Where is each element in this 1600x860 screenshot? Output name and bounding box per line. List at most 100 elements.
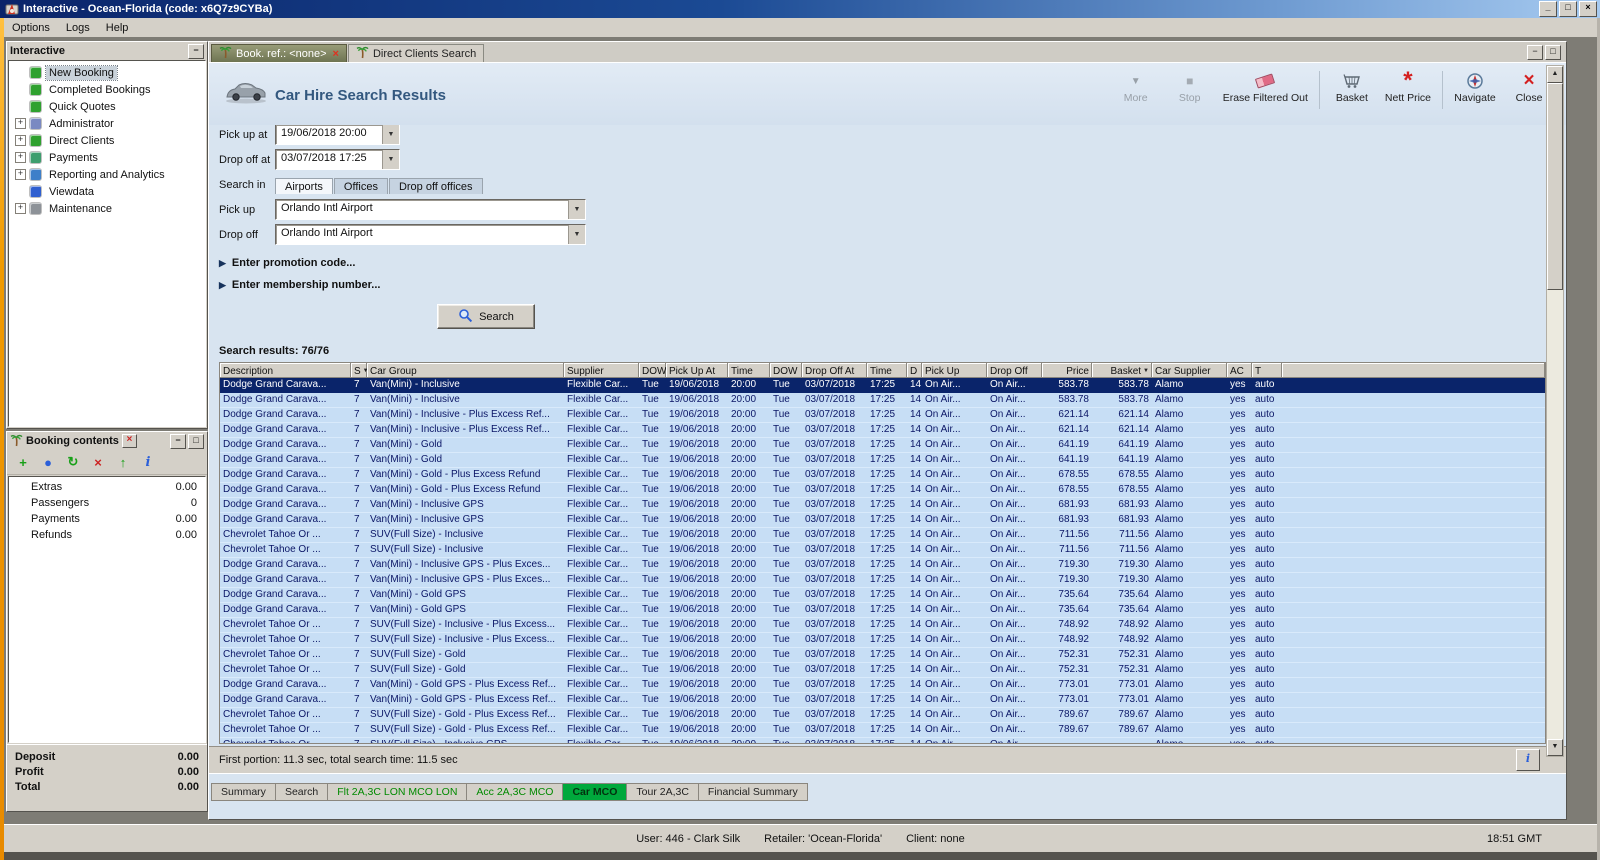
globe-icon[interactable]: ●	[40, 454, 56, 470]
column-header-pick-up-at[interactable]: Pick Up At	[666, 363, 728, 378]
promotion-code-expander[interactable]: ▶ Enter promotion code...	[219, 256, 1566, 270]
table-row[interactable]: Dodge Grand Carava... 7 Van(Mini) - Inclus…	[220, 408, 1545, 423]
table-row[interactable]: Chevrolet Tahoe Or ...7SUV(Full Size) - …	[220, 618, 1545, 633]
pickup-at-combo[interactable]: 19/06/2018 20:00 ▼	[275, 124, 400, 145]
column-header-time[interactable]: Time	[867, 363, 907, 378]
table-row[interactable]: Dodge Grand Carava... 7 Van(Mini) - Gold G…	[220, 693, 1545, 708]
table-row[interactable]: Chevrolet Tahoe Or ...7SUV(Full Size) - …	[220, 648, 1545, 663]
panel-minimize-button[interactable]: −	[170, 433, 186, 449]
section-tab-financial-summary[interactable]: Financial Summary	[698, 783, 808, 801]
table-row[interactable]: Chevrolet Tahoe Or ...7SUV(Full Size) - …	[220, 633, 1545, 648]
column-header-drop-off-at[interactable]: Drop Off At	[802, 363, 867, 378]
table-row[interactable]: Chevrolet Tahoe Or ...7SUV(Full Size) - …	[220, 723, 1545, 738]
delete-icon[interactable]: ×	[90, 454, 106, 470]
sidebar-item-administrator[interactable]: + Administrator	[9, 115, 205, 132]
table-row[interactable]: Dodge Grand Carava... 7 Van(Mini) - Inclus…	[220, 558, 1545, 573]
nett-price-button[interactable]: Nett Price	[1379, 69, 1437, 106]
membership-number-expander[interactable]: ▶ Enter membership number...	[219, 278, 1566, 292]
table-row[interactable]: Dodge Grand Carava... 7 Van(Mini) - Gold Fl…	[220, 438, 1545, 453]
expand-plus-icon[interactable]: +	[15, 169, 26, 180]
table-row[interactable]: Dodge Grand Carava... 7 Van(Mini) - Gold G…	[220, 588, 1545, 603]
close-tab-icon[interactable]: ×	[333, 48, 339, 60]
scroll-down-button[interactable]: ▼	[1547, 739, 1563, 756]
navigate-button[interactable]: Navigate	[1448, 69, 1502, 106]
dropoff-combo[interactable]: Orlando Intl Airport ▼	[275, 224, 586, 245]
section-tab-summary[interactable]: Summary	[211, 783, 276, 801]
scroll-up-button[interactable]: ▲	[1547, 66, 1563, 83]
expand-plus-icon[interactable]: +	[15, 152, 26, 163]
table-row[interactable]: Chevrolet Tahoe Or ...7SUV(Full Size) - …	[220, 663, 1545, 678]
close-button[interactable]: ×	[1579, 1, 1597, 17]
basket-button[interactable]: Basket	[1325, 69, 1379, 106]
table-row[interactable]: Dodge Grand Carava... 7 Van(Mini) - Gold -…	[220, 468, 1545, 483]
section-tab-flt-2a-3c-lon-mco-lon[interactable]: Flt 2A,3C LON MCO LON	[328, 783, 468, 801]
column-header-time[interactable]: Time	[728, 363, 770, 378]
minimize-button[interactable]: _	[1539, 1, 1557, 17]
panel-restore-button[interactable]: □	[188, 433, 204, 449]
section-tab-car-mco[interactable]: Car MCO	[563, 783, 628, 801]
expand-plus-icon[interactable]: +	[15, 203, 26, 214]
menu-item-options[interactable]: Options	[4, 20, 58, 36]
column-header-dow[interactable]: DOW	[639, 363, 666, 378]
table-row[interactable]: Dodge Grand Carava... 7 Van(Mini) - Gold G…	[220, 678, 1545, 693]
chevron-down-icon[interactable]: ▼	[382, 125, 399, 144]
table-row[interactable]: Chevrolet Tahoe Or ...7SUV(Full Size) - …	[220, 708, 1545, 723]
close-panel-button[interactable]: ×	[121, 434, 137, 448]
column-header-car-group[interactable]: Car Group	[367, 363, 564, 378]
table-row[interactable]: Dodge Grand Carava... 7 Van(Mini) - Inclus…	[220, 513, 1545, 528]
section-tab-acc-2a-3c-mco[interactable]: Acc 2A,3C MCO	[467, 783, 564, 801]
column-header-description[interactable]: Description	[220, 363, 351, 378]
chevron-down-icon[interactable]: ▼	[382, 150, 399, 169]
column-header-car-supplier[interactable]: Car Supplier	[1152, 363, 1227, 378]
table-row[interactable]: Dodge Grand Carava... 7 Van(Mini) - Inclus…	[220, 573, 1545, 588]
expand-plus-icon[interactable]: +	[15, 135, 26, 146]
maximize-button[interactable]: □	[1559, 1, 1577, 17]
mdi-minimize-button[interactable]: −	[1527, 45, 1543, 60]
table-row[interactable]: Dodge Grand Carava... 7 Van(Mini) - Inclus…	[220, 378, 1545, 393]
search-button[interactable]: Search	[437, 304, 535, 329]
vertical-scrollbar[interactable]: ▲ ▼	[1546, 65, 1564, 757]
menu-item-logs[interactable]: Logs	[58, 20, 98, 36]
search-in-tab-drop-off-offices[interactable]: Drop off offices	[388, 177, 483, 194]
sidebar-item-completed-bookings[interactable]: Completed Bookings	[9, 81, 205, 98]
column-header-d[interactable]: D	[907, 363, 922, 378]
chevron-down-icon[interactable]: ▼	[568, 225, 585, 244]
table-row[interactable]: Dodge Grand Carava... 7 Van(Mini) - Gold Fl…	[220, 453, 1545, 468]
table-row[interactable]: Dodge Grand Carava... 7 Van(Mini) - Inclus…	[220, 423, 1545, 438]
sidebar-item-direct-clients[interactable]: + Direct Clients	[9, 132, 205, 149]
sidebar-item-new-booking[interactable]: New Booking	[9, 64, 205, 81]
info-icon[interactable]: i	[140, 454, 156, 470]
expand-plus-icon[interactable]: +	[15, 118, 26, 129]
search-in-tab-airports[interactable]: Airports	[275, 177, 333, 194]
erase-filtered-out-button[interactable]: Erase Filtered Out	[1217, 69, 1314, 106]
sidebar-item-viewdata[interactable]: Viewdata	[9, 183, 205, 200]
scroll-thumb[interactable]	[1547, 83, 1563, 290]
sidebar-item-quick-quotes[interactable]: Quick Quotes	[9, 98, 205, 115]
column-header-pick-up[interactable]: Pick Up	[922, 363, 987, 378]
column-header-ac[interactable]: AC	[1227, 363, 1252, 378]
tab-book-ref-none[interactable]: Book. ref.: <none> ×	[211, 44, 347, 62]
table-row[interactable]: Dodge Grand Carava... 7 Van(Mini) - Inclus…	[220, 393, 1545, 408]
add-icon[interactable]: +	[15, 454, 31, 470]
sidebar-item-reporting-and-analytics[interactable]: + Reporting and Analytics	[9, 166, 205, 183]
info-button[interactable]: i	[1516, 749, 1540, 771]
tab-direct-clients-search[interactable]: Direct Clients Search	[347, 44, 485, 62]
sidebar-item-payments[interactable]: + Payments	[9, 149, 205, 166]
column-header-dow[interactable]: DOW	[770, 363, 802, 378]
table-row[interactable]: Chevrolet Tahoe Or ...7SUV(Full Size) - …	[220, 543, 1545, 558]
section-tab-tour-2a-3c[interactable]: Tour 2A,3C	[627, 783, 699, 801]
pickup-combo[interactable]: Orlando Intl Airport ▼	[275, 199, 586, 220]
table-row[interactable]: Chevrolet Tahoe Or ...7SUV(Full Size) - …	[220, 738, 1545, 743]
search-in-tab-offices[interactable]: Offices	[333, 177, 388, 194]
mdi-restore-button[interactable]: □	[1545, 45, 1561, 60]
menu-item-help[interactable]: Help	[98, 20, 137, 36]
dropoff-at-combo[interactable]: 03/07/2018 17:25 ▼	[275, 149, 400, 170]
chevron-down-icon[interactable]: ▼	[568, 200, 585, 219]
table-row[interactable]: Dodge Grand Carava... 7 Van(Mini) - Gold G…	[220, 603, 1545, 618]
sidebar-item-maintenance[interactable]: + Maintenance	[9, 200, 205, 217]
table-row[interactable]: Dodge Grand Carava... 7 Van(Mini) - Gold -…	[220, 483, 1545, 498]
table-row[interactable]: Dodge Grand Carava... 7 Van(Mini) - Inclus…	[220, 498, 1545, 513]
column-header-drop-off[interactable]: Drop Off	[987, 363, 1042, 378]
promote-icon[interactable]: ↑	[115, 454, 131, 470]
column-header-s[interactable]: S▼	[351, 363, 367, 378]
